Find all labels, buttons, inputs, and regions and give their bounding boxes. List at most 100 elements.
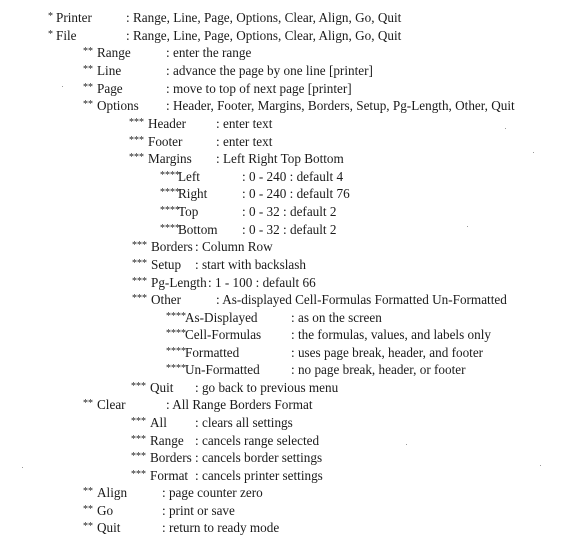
menu-entry-level-3: *** Pg-Length: 1 - 100 : default 66 — [0, 274, 576, 292]
menu-entry-name: Go — [97, 503, 114, 518]
menu-entry-level-4: **** Cell-Formulas : the formulas, values,… — [0, 326, 576, 344]
menu-entry-description: : Header, Footer, Margins, Borders, Setu… — [166, 98, 515, 113]
level-marker-asterisks: *** — [132, 258, 147, 269]
menu-entry-name: Borders — [150, 450, 192, 465]
menu-entry-level-3: *** Range: cancels range selected — [0, 432, 576, 450]
scan-speck — [540, 465, 541, 466]
menu-entry-level-4: **** As-Displayed : as on the screen — [0, 309, 576, 327]
menu-entry-description: : cancels border settings — [195, 450, 323, 465]
menu-entry-name: Header — [148, 116, 187, 131]
menu-entry-name: Bottom — [178, 222, 218, 237]
menu-entry-description: : start with backslash — [195, 257, 306, 272]
menu-entry-name: Footer — [148, 134, 183, 149]
level-marker-asterisks: ** — [83, 486, 93, 497]
level-marker-asterisks: *** — [129, 152, 144, 163]
menu-entry-description: : enter text — [216, 116, 273, 131]
menu-entry-level-1: * Printer: Range, Line, Page, Options, Cl… — [0, 9, 576, 27]
scan-speck — [406, 444, 407, 445]
menu-entry-description: : Column Row — [195, 239, 273, 254]
scan-speck — [467, 226, 468, 227]
menu-entry-name: Cell-Formulas — [185, 327, 262, 342]
level-marker-asterisks: **** — [160, 170, 180, 181]
menu-entry-name: Right — [178, 186, 208, 201]
menu-entry-description: : advance the page by one line [printer] — [166, 63, 373, 78]
level-marker-asterisks: **** — [166, 311, 186, 322]
level-marker-asterisks: *** — [131, 381, 146, 392]
scan-speck — [533, 152, 534, 153]
menu-tree-document: * Printer : Range, Line, Page, Options, Cl… — [0, 0, 576, 536]
level-marker-asterisks: **** — [160, 205, 180, 216]
menu-entry-name: Format — [150, 468, 189, 483]
menu-entry-name: Page — [97, 81, 123, 96]
menu-entry-level-3: *** Borders: cancels border settings — [0, 449, 576, 467]
menu-entry-description: : print or save — [162, 503, 235, 518]
menu-entry-description: : Left Right Top Bottom — [216, 151, 344, 166]
menu-entry-name: Options — [97, 98, 139, 113]
menu-entry-level-4: **** Top : 0 - 32 : default 2 — [0, 203, 576, 221]
level-marker-asterisks: *** — [131, 416, 146, 427]
menu-entry-level-4: **** Right : 0 - 240 : default 76 — [0, 185, 576, 203]
menu-entry-name: Margins — [148, 151, 192, 166]
level-marker-asterisks: *** — [132, 293, 147, 304]
menu-entry-name: Clear — [97, 397, 126, 412]
menu-entry-level-2: ** Options : Header, Footer, Margins, Bord… — [0, 97, 576, 115]
menu-entry-name: Line — [97, 63, 122, 78]
level-marker-asterisks: ** — [83, 82, 93, 93]
scan-speck — [505, 128, 506, 129]
level-marker-asterisks: **** — [166, 363, 186, 374]
menu-entry-description: : Range, Line, Page, Options, Clear, Ali… — [126, 28, 402, 43]
level-marker-asterisks: ** — [83, 99, 93, 110]
level-marker-asterisks: * — [48, 11, 53, 22]
level-marker-asterisks: ** — [83, 398, 93, 409]
menu-entry-description: : enter text — [216, 134, 273, 149]
menu-entry-level-2: ** Clear : All Range Borders Format — [0, 396, 576, 414]
level-marker-asterisks: ** — [83, 46, 93, 57]
menu-entry-description: : 0 - 32 : default 2 — [242, 222, 337, 237]
menu-entry-level-2: ** Line : advance the page by one line [pr… — [0, 62, 576, 80]
menu-entry-description: : 1 - 100 : default 66 — [208, 275, 316, 290]
menu-entry-description: : clears all settings — [195, 415, 293, 430]
level-marker-asterisks: *** — [131, 451, 146, 462]
level-marker-asterisks: *** — [131, 434, 146, 445]
menu-entry-description: : 0 - 240 : default 76 — [242, 186, 350, 201]
menu-entry-name: Left — [178, 169, 200, 184]
menu-entry-description: : no page break, header, or footer — [291, 362, 466, 377]
menu-entry-name: Align — [97, 485, 128, 500]
menu-entry-name: Formatted — [185, 345, 240, 360]
menu-entry-name: File — [56, 28, 77, 43]
menu-entry-level-4: **** Left : 0 - 240 : default 4 — [0, 168, 576, 186]
menu-entry-name: Range — [150, 433, 184, 448]
menu-entry-name: Top — [178, 204, 199, 219]
menu-entry-description: : 0 - 240 : default 4 — [242, 169, 344, 184]
menu-entry-name: Borders — [151, 239, 193, 254]
scan-speck — [62, 86, 63, 87]
menu-entry-level-4: **** Formatted: uses page break, header, … — [0, 344, 576, 362]
menu-entry-name: As-Displayed — [185, 310, 258, 325]
menu-entry-name: Pg-Length — [151, 275, 207, 290]
level-marker-asterisks: *** — [129, 117, 144, 128]
menu-entry-level-3: *** Other: As-displayed Cell-Formulas For… — [0, 291, 576, 309]
level-marker-asterisks: *** — [132, 240, 147, 251]
menu-entry-description: : the formulas, values, and labels only — [291, 327, 491, 342]
menu-entry-name: Quit — [97, 520, 121, 535]
menu-entry-description: : as on the screen — [291, 310, 382, 325]
menu-entry-level-4: **** Bottom: 0 - 32 : default 2 — [0, 221, 576, 239]
level-marker-asterisks: *** — [131, 469, 146, 480]
level-marker-asterisks: ** — [83, 64, 93, 75]
level-marker-asterisks: **** — [166, 328, 186, 339]
menu-entry-level-3: *** Margins : Left Right Top Bottom — [0, 150, 576, 168]
level-marker-asterisks: ** — [83, 504, 93, 515]
menu-entry-description: : enter the range — [166, 45, 252, 60]
menu-entry-name: Setup — [151, 257, 182, 272]
menu-entry-name: Un-Formatted — [185, 362, 260, 377]
menu-entry-level-2: ** Range: enter the range — [0, 44, 576, 62]
level-marker-asterisks: ** — [83, 521, 93, 532]
level-marker-asterisks: **** — [160, 187, 180, 198]
menu-entry-description: : All Range Borders Format — [166, 397, 313, 412]
level-marker-asterisks: **** — [166, 346, 186, 357]
menu-entry-name: Quit — [150, 380, 174, 395]
menu-entry-description: : 0 - 32 : default 2 — [242, 204, 337, 219]
menu-entry-name: Printer — [56, 10, 92, 25]
scan-speck — [22, 467, 23, 468]
menu-entry-level-2: ** Align: page counter zero — [0, 484, 576, 502]
